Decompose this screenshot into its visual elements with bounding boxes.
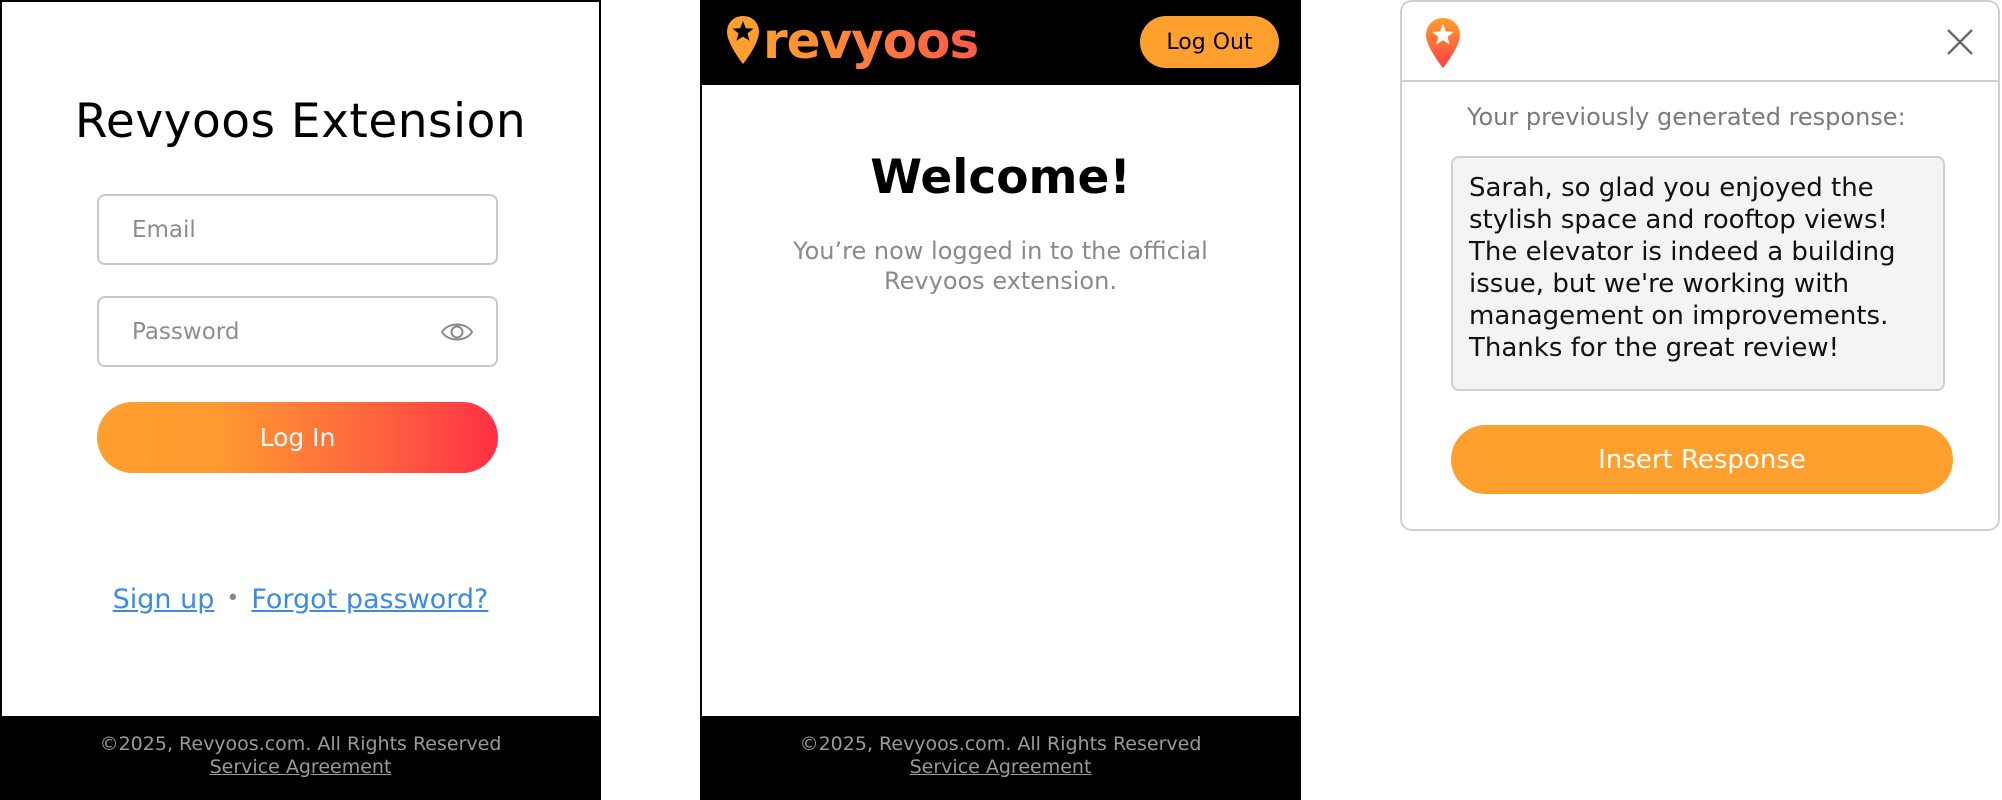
email-field[interactable]	[99, 196, 496, 263]
link-separator: •	[226, 586, 240, 611]
brand-name: revyoos	[763, 12, 979, 70]
forgot-password-link[interactable]: Forgot password?	[251, 584, 488, 615]
password-field-container	[97, 296, 498, 367]
location-pin-star-icon	[1426, 18, 1460, 68]
popup-header	[1402, 2, 1998, 82]
login-panel: Revyoos Extension Log In Sign up • Forgot …	[0, 0, 601, 800]
close-icon[interactable]	[1946, 28, 1974, 56]
response-popup: Your previously generated response: Sara…	[1400, 0, 2000, 531]
welcome-header: revyoos Log Out	[700, 0, 1301, 85]
logout-button[interactable]: Log Out	[1140, 16, 1279, 68]
welcome-title: Welcome!	[870, 150, 1131, 205]
auth-links: Sign up • Forgot password?	[2, 584, 599, 615]
response-label: Your previously generated response:	[1467, 103, 1906, 131]
response-text[interactable]: Sarah, so glad you enjoyed the stylish s…	[1451, 156, 1945, 391]
login-button[interactable]: Log In	[97, 402, 498, 473]
password-field[interactable]	[99, 298, 496, 365]
brand-logo: revyoos	[725, 10, 979, 70]
service-agreement-link[interactable]: Service Agreement	[210, 756, 392, 779]
login-title: Revyoos Extension	[74, 94, 527, 149]
footer: ©2025, Revyoos.com. All Rights Reserved …	[700, 716, 1301, 800]
service-agreement-link[interactable]: Service Agreement	[910, 756, 1092, 779]
welcome-message: You’re now logged in to the official Rev…	[793, 237, 1208, 295]
welcome-panel: revyoos Log Out Welcome! You’re now logg…	[700, 0, 1301, 800]
email-field-container	[97, 194, 498, 265]
location-pin-star-icon	[727, 16, 759, 64]
insert-response-button[interactable]: Insert Response	[1451, 425, 1953, 494]
footer: ©2025, Revyoos.com. All Rights Reserved …	[0, 716, 601, 800]
copyright-text: ©2025, Revyoos.com. All Rights Reserved	[799, 733, 1202, 755]
eye-icon[interactable]	[440, 318, 474, 346]
copyright-text: ©2025, Revyoos.com. All Rights Reserved	[99, 733, 502, 755]
signup-link[interactable]: Sign up	[113, 584, 215, 615]
